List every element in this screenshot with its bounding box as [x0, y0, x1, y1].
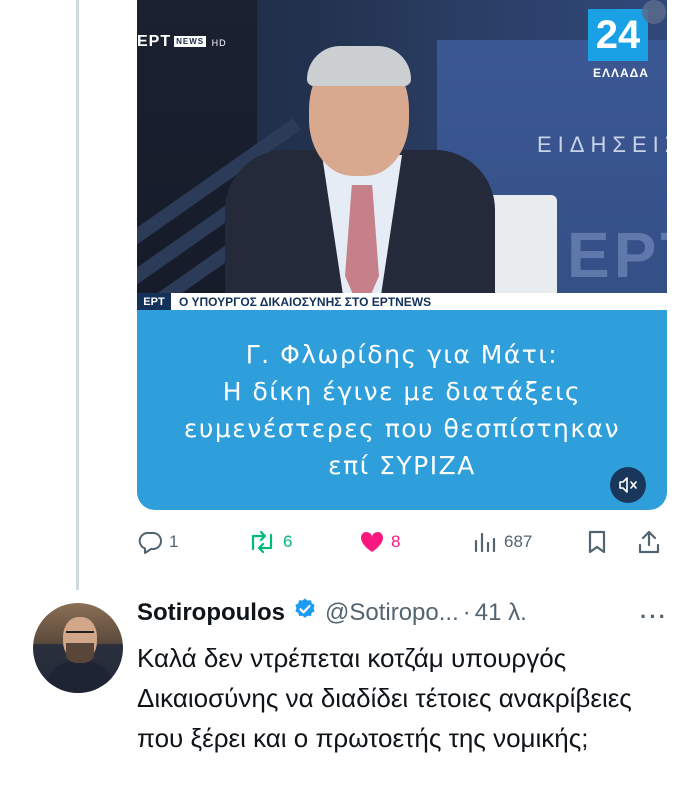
timestamp[interactable]: 41 λ. — [475, 599, 527, 627]
avatar-glasses — [66, 631, 94, 639]
reply-text: Καλά δεν ντρέπεται κοτζάμ υπουργός Δικαι… — [137, 643, 632, 753]
heart-icon — [360, 531, 384, 552]
like-button[interactable]: 8 — [359, 529, 400, 555]
caption-line: ευμενέστερες που θεσπίστηκαν — [183, 414, 621, 443]
tweet-video[interactable]: ΕΙΔΗΣΕΙΣ ΕΡΤ N ΕΡΤNEWS HD 24 ΕΛΛΑΔΑ ΕΡΤ … — [137, 0, 667, 510]
mute-button[interactable] — [610, 467, 646, 503]
repost-icon — [251, 531, 273, 553]
avatar[interactable] — [33, 603, 123, 693]
reply-button[interactable]: 1 — [137, 529, 178, 555]
ert24-label: ΕΛΛΑΔΑ — [593, 66, 649, 80]
views-count: 687 — [504, 532, 533, 551]
author-handle[interactable]: @Sotiropo... — [325, 599, 459, 627]
speaker-hair — [307, 46, 411, 86]
lower-third: ΕΡΤ Ο ΥΠΟΥΡΓΟΣ ΔΙΚΑΙΟΣΥΝΗΣ ΣΤΟ ΕΡΤNEWS — [137, 293, 667, 310]
reply-tweet[interactable]: Sotiropoulos @Sotiropo... · 41 λ. ··· Κα… — [0, 590, 699, 800]
author-name[interactable]: Sotiropoulos — [137, 599, 285, 627]
bookmark-icon — [588, 530, 606, 554]
ert24-badge: 24 — [588, 9, 648, 61]
channel-logo: ΕΡΤ NEWS HD — [137, 33, 227, 51]
tweet-actions: 1 6 8 687 — [137, 523, 667, 563]
repost-count: 6 — [283, 532, 293, 551]
share-button[interactable] — [637, 529, 661, 555]
views-icon — [474, 532, 496, 553]
caption-line: Η δίκη έγινε με διατάξεις — [222, 377, 582, 406]
media-corner-icon — [642, 0, 666, 24]
more-options-icon[interactable]: ··· — [640, 604, 668, 630]
reply-header: Sotiropoulos @Sotiropo... · 41 λ. — [137, 597, 527, 628]
caption-line: επί ΣΥΡΙΖΑ — [328, 451, 476, 480]
avatar-jacket — [45, 661, 115, 693]
verified-badge-icon — [293, 597, 317, 628]
thread-line — [76, 0, 79, 590]
caption-line: Γ. Φλωρίδης για Μάτι: — [245, 340, 559, 369]
channel-logo-text: ΕΡΤ — [137, 33, 172, 50]
channel-hd: HD — [211, 38, 227, 48]
lower-third-text: Ο ΥΠΟΥΡΓΟΣ ΔΙΚΑΙΟΣΥΝΗΣ ΣΤΟ ΕΡΤNEWS — [179, 295, 432, 309]
video-frame[interactable]: ΕΙΔΗΣΕΙΣ ΕΡΤ N ΕΡΤNEWS HD 24 ΕΛΛΑΔΑ ΕΡΤ … — [137, 0, 667, 310]
like-count: 8 — [391, 532, 401, 551]
reply-icon — [138, 532, 162, 554]
backdrop-text: ΕΙΔΗΣΕΙΣ — [537, 132, 667, 157]
separator: · — [462, 598, 471, 626]
avatar-beard — [66, 643, 94, 663]
speaker-muted-icon — [619, 477, 637, 493]
bookmark-button[interactable] — [586, 529, 608, 555]
reply-count: 1 — [169, 532, 179, 551]
channel-sub: NEWS — [174, 36, 207, 48]
repost-button[interactable]: 6 — [247, 529, 292, 555]
share-icon — [638, 530, 660, 554]
lower-third-tag: ΕΡΤ — [137, 293, 171, 310]
video-caption: Γ. Φλωρίδης για Μάτι: Η δίκη έγινε με δι… — [137, 336, 667, 484]
views-button[interactable]: 687 — [472, 529, 532, 555]
